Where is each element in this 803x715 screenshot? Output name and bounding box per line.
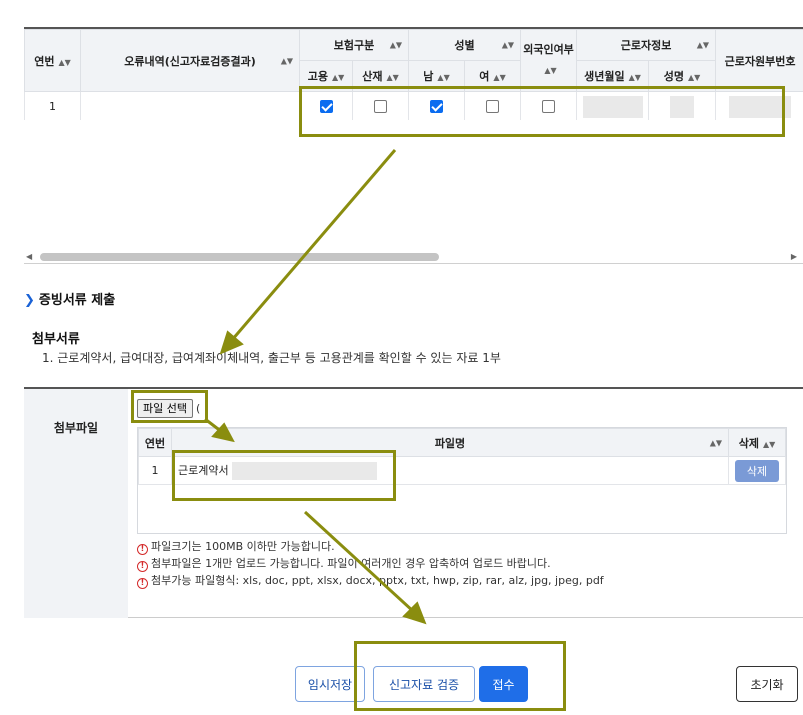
sort-icon: ▲▼ — [389, 40, 403, 50]
sort-icon: ▲▼ — [493, 73, 506, 82]
horizontal-scrollbar[interactable]: ◀ ▶ — [24, 250, 803, 264]
warning-icon: ! — [137, 578, 148, 589]
attach-docs-desc: 1. 근로계약서, 급여대장, 급여계좌이체내역, 출근부 등 고용관계를 확인… — [42, 351, 501, 365]
warning-icon: ! — [137, 544, 148, 555]
sort-icon: ▲▼ — [437, 73, 450, 82]
male-checkbox[interactable] — [430, 100, 444, 114]
sort-icon: ▲▼ — [58, 57, 71, 67]
validate-button[interactable]: 신고자료 검증 — [373, 666, 475, 702]
worker-grid: 연번 ▲▼ 오류내역(신고자료검증결과) ▲▼ 보험구분 ▲▼ 성별 ▲▼ 외국인여부▲… — [24, 27, 803, 120]
table-row[interactable]: 1 — [24, 91, 803, 120]
note-item: ! 첨부파일은 1개만 업로드 가능합니다. 파일이 여러개인 경우 압축하여 업… — [137, 555, 604, 572]
industrial-checkbox[interactable] — [374, 100, 387, 114]
col-ins-industrial[interactable]: 산재 ▲▼ — [351, 60, 410, 92]
attach-label: 첨부파일 — [24, 389, 128, 618]
file-seq: 1 — [138, 456, 172, 485]
file-col-name[interactable]: 파일명 ▲▼ — [171, 428, 729, 457]
col-gender-male[interactable]: 남 ▲▼ — [408, 60, 466, 92]
scroll-right-icon[interactable]: ▶ — [791, 252, 797, 261]
temp-save-button[interactable]: 임시저장 — [295, 666, 365, 702]
section-title: ❯ 증빙서류 제출 — [24, 293, 116, 308]
file-name-masked — [232, 461, 378, 480]
female-checkbox[interactable] — [486, 100, 500, 114]
submit-button[interactable]: 접수 — [479, 666, 528, 702]
sort-icon: ▲▼ — [501, 40, 515, 50]
sort-icon: ▲▼ — [386, 73, 399, 82]
col-birth[interactable]: 생년월일 ▲▼ — [576, 60, 650, 92]
sort-icon: ▲▼ — [709, 438, 722, 447]
chevron-right-icon: ❯ — [24, 293, 35, 308]
warning-icon: ! — [137, 561, 148, 572]
birth-masked — [582, 95, 643, 118]
sort-icon: ▲▼ — [628, 73, 641, 82]
arrow-line — [230, 149, 397, 341]
file-col-delete[interactable]: 삭제 ▲▼ — [728, 428, 786, 457]
scroll-left-icon[interactable]: ◀ — [26, 252, 32, 261]
file-select-button[interactable]: 파일 선택 — [137, 399, 193, 418]
scroll-thumb[interactable] — [40, 253, 439, 261]
file-name: 근로계약서 — [178, 463, 229, 477]
col-seq[interactable]: 연번 ▲▼ — [24, 29, 81, 92]
file-table: 연번 파일명 ▲▼ 삭제 ▲▼ 1 근로계약서 삭제 — [137, 427, 787, 534]
col-gender-female[interactable]: 여 ▲▼ — [464, 60, 522, 92]
sort-icon: ▲▼ — [762, 439, 776, 449]
col-gender[interactable]: 성별 ▲▼ — [408, 29, 522, 61]
delete-file-button[interactable]: 삭제 — [734, 459, 780, 482]
col-insurance[interactable]: 보험구분 ▲▼ — [298, 29, 410, 61]
sort-icon: ▲▼ — [696, 40, 710, 50]
attach-docs-title: 첨부서류 — [32, 332, 80, 347]
foreigner-checkbox[interactable] — [542, 100, 556, 114]
row-error — [80, 91, 300, 120]
upload-notes: ! 파일크기는 100MB 이하만 가능합니다. ! 첨부파일은 1개만 업로드 가… — [137, 538, 604, 589]
sort-icon: ▲▼ — [280, 56, 293, 65]
worker-no-masked — [729, 95, 792, 118]
reset-button[interactable]: 초기화 — [736, 666, 798, 702]
row-seq: 1 — [24, 91, 81, 120]
col-ins-employment[interactable]: 고용 ▲▼ — [299, 60, 353, 92]
col-worker-no[interactable]: 근로자원부번호 — [715, 29, 803, 92]
name-masked — [670, 95, 695, 118]
file-chosen-text: ( — [196, 402, 201, 415]
col-foreigner[interactable]: 외국인여부▲▼ — [520, 29, 578, 92]
col-name[interactable]: 성명 ▲▼ — [648, 60, 717, 92]
sort-icon: ▲▼ — [331, 73, 345, 82]
col-worker-info[interactable]: 근로자정보 ▲▼ — [576, 29, 717, 61]
sort-icon: ▲▼ — [544, 66, 557, 75]
file-col-seq: 연번 — [138, 428, 172, 457]
note-item: ! 첨부가능 파일형식: xls, doc, ppt, xlsx, docx, p… — [137, 572, 604, 589]
sort-icon: ▲▼ — [687, 73, 701, 82]
table-row[interactable]: 1 근로계약서 삭제 — [138, 456, 786, 485]
note-item: ! 파일크기는 100MB 이하만 가능합니다. — [137, 538, 604, 555]
col-error[interactable]: 오류내역(신고자료검증결과) ▲▼ — [80, 29, 300, 92]
employment-checkbox[interactable] — [319, 100, 333, 114]
